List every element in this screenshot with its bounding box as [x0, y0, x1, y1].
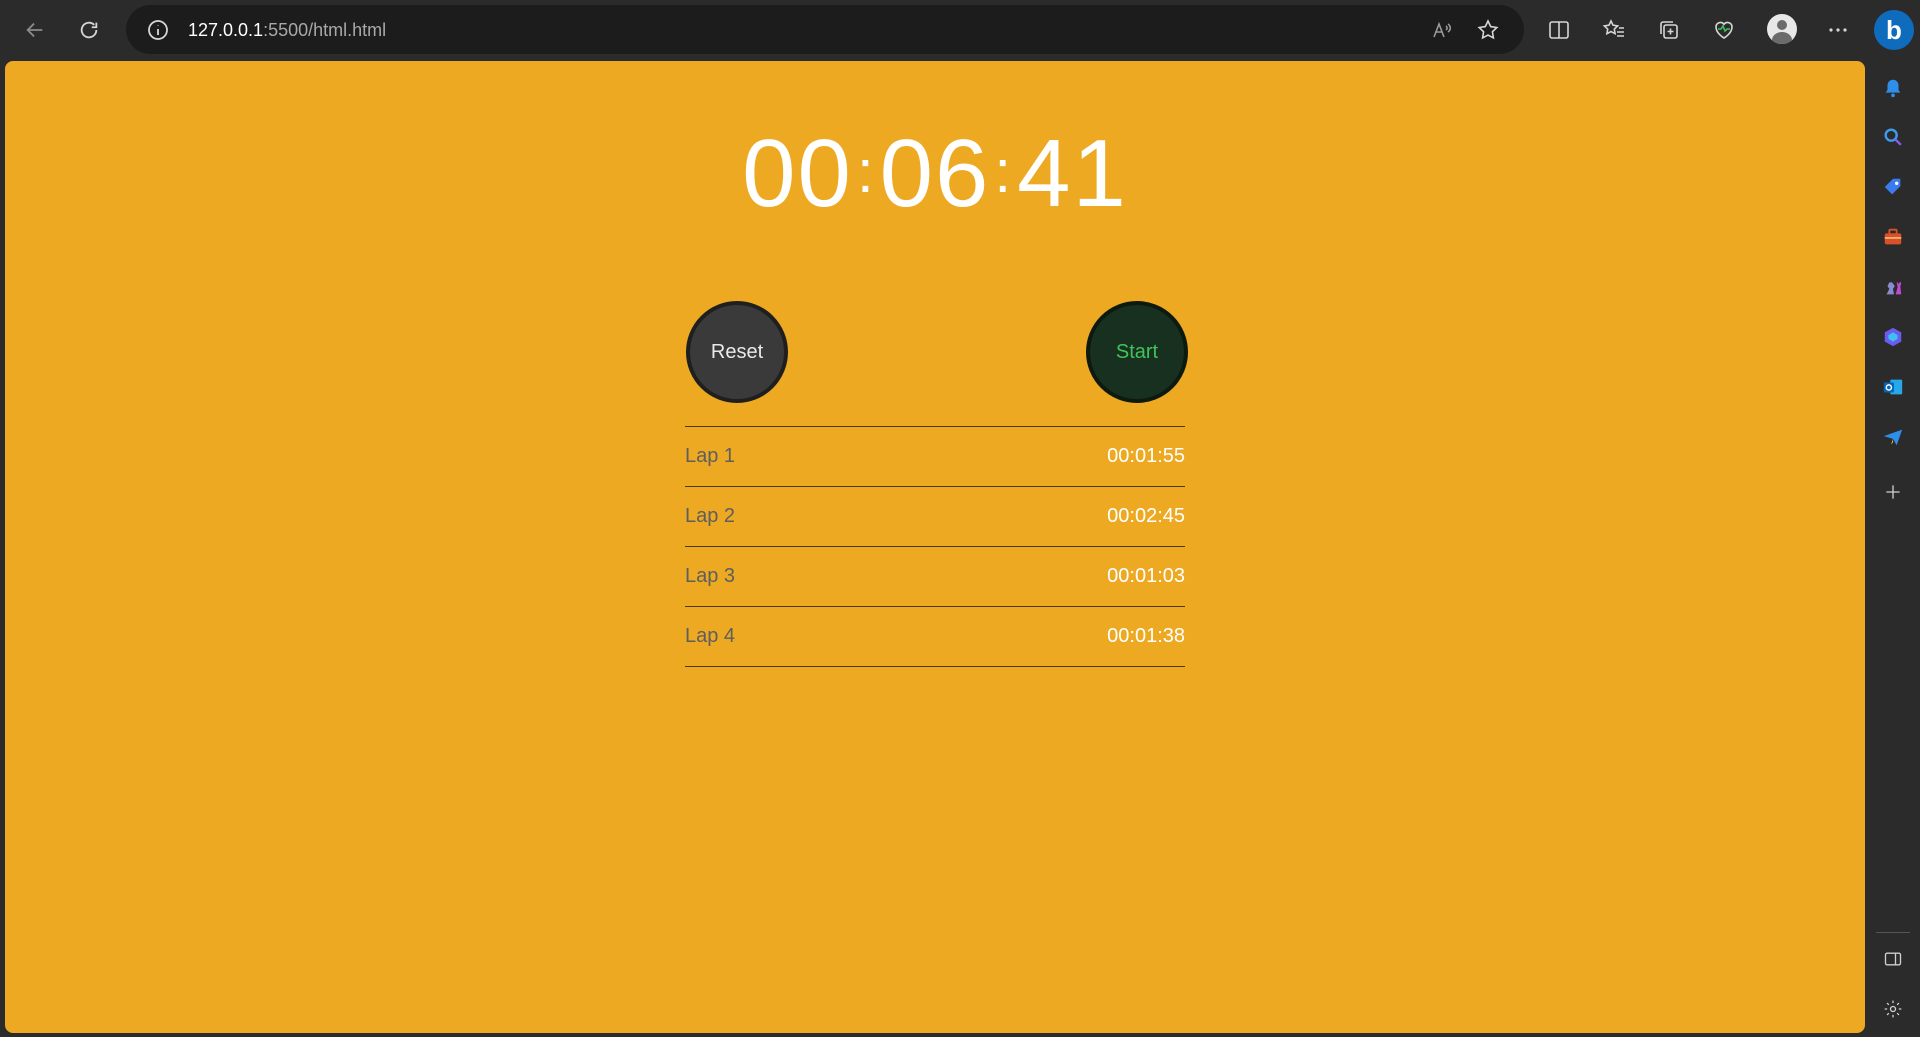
- lap-time: 00:01:03: [1107, 565, 1185, 587]
- lap-time: 00:02:45: [1107, 505, 1185, 527]
- timer-seconds: 06: [879, 120, 991, 227]
- shopping-tag-icon[interactable]: [1881, 175, 1905, 199]
- list-item: Lap 3 00:01:03: [685, 547, 1185, 607]
- profile-avatar[interactable]: [1767, 14, 1797, 44]
- address-bar[interactable]: 127.0.0.1:5500/html.html: [126, 5, 1524, 54]
- microsoft-365-icon[interactable]: [1881, 325, 1905, 349]
- settings-gear-icon[interactable]: [1881, 997, 1905, 1021]
- edge-sidebar: [1866, 60, 1920, 1037]
- url-text[interactable]: 127.0.0.1:5500/html.html: [188, 20, 386, 41]
- browser-essentials-icon[interactable]: [1706, 12, 1742, 48]
- send-paper-plane-icon[interactable]: [1881, 425, 1905, 449]
- list-item: Lap 1 00:01:55: [685, 427, 1185, 487]
- start-button[interactable]: Start: [1086, 301, 1188, 403]
- tools-briefcase-icon[interactable]: [1881, 225, 1905, 249]
- timer-separator: :: [856, 138, 876, 205]
- timer-centiseconds: 41: [1017, 120, 1128, 227]
- games-chess-icon[interactable]: [1881, 275, 1905, 299]
- outlook-icon[interactable]: [1881, 375, 1905, 399]
- laps-list: Lap 1 00:01:55 Lap 2 00:02:45 Lap 3 00:0…: [685, 426, 1185, 667]
- copilot-icon[interactable]: b: [1874, 10, 1914, 50]
- lap-name: Lap 1: [685, 445, 736, 467]
- lap-name: Lap 3: [685, 565, 736, 587]
- add-icon[interactable]: [1881, 480, 1905, 504]
- list-item: Lap 2 00:02:45: [685, 487, 1185, 547]
- sidebar-divider: [1876, 932, 1910, 933]
- favorites-icon[interactable]: [1596, 12, 1632, 48]
- back-arrow-icon[interactable]: [16, 12, 54, 48]
- collections-icon[interactable]: [1651, 12, 1687, 48]
- list-item: Lap 4 00:01:38: [685, 607, 1185, 667]
- favorite-star-icon[interactable]: [1476, 18, 1500, 42]
- refresh-icon[interactable]: [70, 12, 108, 48]
- search-icon[interactable]: [1881, 125, 1905, 149]
- stopwatch-display: 00:06:41: [5, 126, 1865, 222]
- timer-minutes: 00: [742, 120, 853, 227]
- read-aloud-icon[interactable]: [1430, 18, 1454, 42]
- lap-time: 00:01:38: [1107, 625, 1185, 647]
- lap-name: Lap 4: [685, 625, 736, 647]
- notification-bell-icon[interactable]: [1881, 76, 1905, 100]
- hide-sidebar-icon[interactable]: [1881, 947, 1905, 971]
- lap-time: 00:01:55: [1107, 445, 1185, 467]
- timer-separator: :: [994, 138, 1014, 205]
- more-options-icon[interactable]: [1820, 12, 1856, 48]
- reset-button[interactable]: Reset: [686, 301, 788, 403]
- browser-toolbar: 127.0.0.1:5500/html.html b: [0, 0, 1920, 60]
- page-viewport: 00:06:41 Reset Start Lap 1 00:01:55 Lap …: [5, 61, 1865, 1033]
- split-screen-icon[interactable]: [1541, 12, 1577, 48]
- lap-name: Lap 2: [685, 505, 736, 527]
- site-info-icon[interactable]: [146, 18, 170, 42]
